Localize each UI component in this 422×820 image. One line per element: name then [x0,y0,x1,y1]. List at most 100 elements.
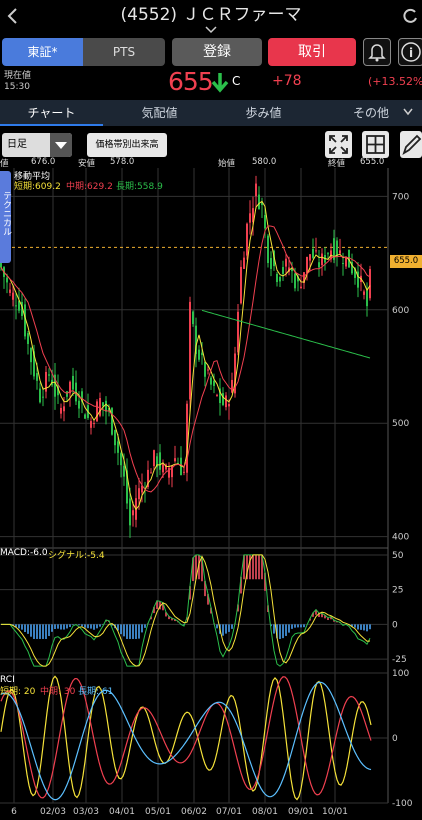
macd-histogram-bar [369,624,371,630]
candle-body [279,277,281,282]
candle-body [207,369,209,371]
candle-body [369,269,371,299]
candle-body [306,256,308,274]
candle-body [240,266,242,304]
draw-button[interactable] [400,131,422,158]
x-tick-label: 03/03 [73,807,99,817]
macd-histogram-bar [366,624,368,632]
arrow-down-icon [211,73,229,93]
candle-body [129,498,131,526]
candle-body [315,250,317,252]
low-value: 578.0 [110,157,135,167]
macd-histogram-bar [93,624,95,630]
tab-active-indicator [0,124,103,126]
expand-button[interactable] [325,131,352,158]
candle-body [102,402,104,407]
candle-body [30,348,32,363]
candle-body [192,311,194,325]
candle-body [114,430,116,446]
alert-button[interactable] [363,38,391,66]
candle-body [42,396,44,398]
high-value: 676.0 [31,157,56,167]
macd-histogram-bar [48,624,50,637]
y-axis-labels: 700 600 500 400 50 25 0 -25 100 0 -100 [392,192,413,809]
market-tosho-button[interactable]: 東証* [2,38,83,66]
period-dropdown-button[interactable] [50,133,72,157]
macd-histogram-bar [291,624,293,629]
tab-trades[interactable]: 歩み値 [212,100,315,126]
macd-histogram-bar [30,624,32,637]
candle-body [339,250,341,254]
macd-histogram-bar [363,624,365,631]
macd-group [1,554,371,667]
candle-body [276,273,278,283]
tab-others[interactable]: その他 [340,100,402,126]
macd-histogram-bar [360,624,362,630]
technical-side-tab[interactable]: テクニカル [0,171,11,263]
layout-button[interactable] [362,131,389,158]
macd-histogram-bar [288,624,290,633]
close-mark: C [232,74,241,88]
market-pts-button[interactable]: PTS [83,38,165,66]
candle-body [6,277,8,283]
x-tick-label: 09/01 [288,807,314,817]
candle-body [78,400,80,409]
candle-body [309,254,311,261]
rci-short-label: 短期: 20 [0,687,36,697]
candle-body [312,248,314,258]
quote-time: 15:30 [4,82,30,92]
macd-histogram-bar [81,624,83,627]
macd-histogram-bar [132,624,134,639]
chevron-down-icon[interactable] [205,26,217,34]
open-value: 580.0 [252,157,277,167]
volume-by-price-button[interactable]: 価格帯別出来高 [87,133,167,157]
macd-histogram-bar [90,624,92,629]
tab-chart[interactable]: チャート [0,100,103,126]
candle-body [363,291,365,295]
candle-body [231,379,233,393]
candle-body [159,452,161,470]
info-button[interactable]: i [398,38,422,66]
candles-group [0,175,371,538]
macd-histogram-bar [36,624,38,639]
info-icon: i [401,42,421,62]
candle-body [48,374,50,376]
rci-tick-label: 100 [392,669,409,679]
x-tick-label: 06/02 [181,807,207,817]
candle-body [318,262,320,268]
x-tick-label: 05/01 [145,807,171,817]
candle-body [93,423,95,425]
macd-histogram-bar [231,624,233,629]
x-tick-label: 08/01 [252,807,278,817]
stock-chart[interactable]: 700 600 500 400 50 25 0 -25 100 0 -100 6 02/03 03/03… [0,168,422,820]
rci-long-line [0,681,372,801]
candle-body [270,258,272,269]
trade-button[interactable]: 取引 [268,38,356,66]
macd-histogram-bar [78,624,80,626]
grid-icon [366,135,385,154]
candle-body [342,263,344,265]
macd-histogram-bar [39,624,41,639]
refresh-icon[interactable] [400,6,420,26]
candle-body [99,398,101,416]
macd-histogram-bar [24,624,26,632]
macd-label: MACD:-6.0 [0,548,48,558]
candle-body [249,213,251,223]
close-value: 655.0 [360,157,385,167]
macd-histogram-bar [279,624,281,639]
candle-body [213,380,215,386]
candle-body [204,361,206,377]
candle-body [222,393,224,405]
macd-histogram-bar [303,624,305,628]
register-button[interactable]: 登録 [172,38,262,66]
tab-quotes[interactable]: 気配値 [108,100,211,126]
macd-histogram-bar [21,624,23,630]
candle-body [36,373,38,381]
macd-histogram-bar [225,624,227,634]
candle-body [258,194,260,210]
candle-body [84,414,86,419]
price-tick-label: 600 [392,306,409,316]
candle-body [264,214,266,229]
macd-histogram-bar [51,624,53,632]
macd-histogram-bar [63,624,65,630]
